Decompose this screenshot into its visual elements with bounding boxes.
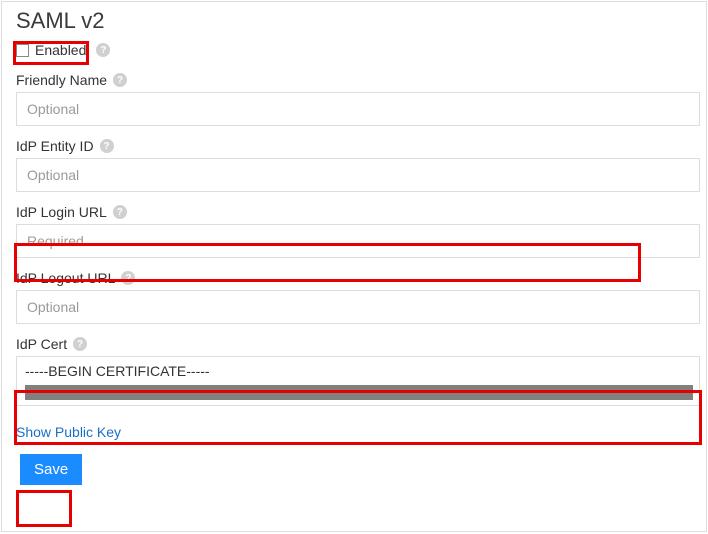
logout-url-field: IdP Logout URL ? [16,270,706,324]
help-icon[interactable]: ? [96,43,110,57]
enabled-label: Enabled [35,42,86,58]
cert-field: IdP Cert ? -----BEGIN CERTIFICATE----- [16,336,706,406]
friendly-name-field: Friendly Name ? [16,72,706,126]
label-text: IdP Entity ID [16,138,94,154]
cert-begin-line: -----BEGIN CERTIFICATE----- [25,363,691,379]
cert-textarea[interactable]: -----BEGIN CERTIFICATE----- [16,356,700,406]
label-text: Friendly Name [16,72,107,88]
cert-redacted-content [25,385,693,400]
friendly-name-input[interactable] [16,92,700,126]
entity-id-field: IdP Entity ID ? [16,138,706,192]
logout-url-label: IdP Logout URL ? [16,270,135,286]
logout-url-input[interactable] [16,290,700,324]
help-icon[interactable]: ? [121,271,135,285]
entity-id-label: IdP Entity ID ? [16,138,114,154]
login-url-field: IdP Login URL ? [16,204,706,258]
panel-title: SAML v2 [16,8,706,34]
help-icon[interactable]: ? [113,205,127,219]
help-icon[interactable]: ? [73,337,87,351]
save-button[interactable]: Save [20,454,82,485]
highlight-save [16,490,72,527]
entity-id-input[interactable] [16,158,700,192]
login-url-label: IdP Login URL ? [16,204,127,220]
login-url-input[interactable] [16,224,700,258]
show-public-key-link[interactable]: Show Public Key [16,424,121,440]
friendly-name-label: Friendly Name ? [16,72,127,88]
cert-label: IdP Cert ? [16,336,87,352]
help-icon[interactable]: ? [100,139,114,153]
saml-panel: SAML v2 Enabled ? Friendly Name ? IdP En… [1,1,707,532]
help-icon[interactable]: ? [113,73,127,87]
label-text: IdP Login URL [16,204,107,220]
label-text: IdP Cert [16,336,67,352]
enabled-row: Enabled ? [16,42,110,58]
label-text: IdP Logout URL [16,270,115,286]
enabled-checkbox[interactable] [16,44,29,57]
